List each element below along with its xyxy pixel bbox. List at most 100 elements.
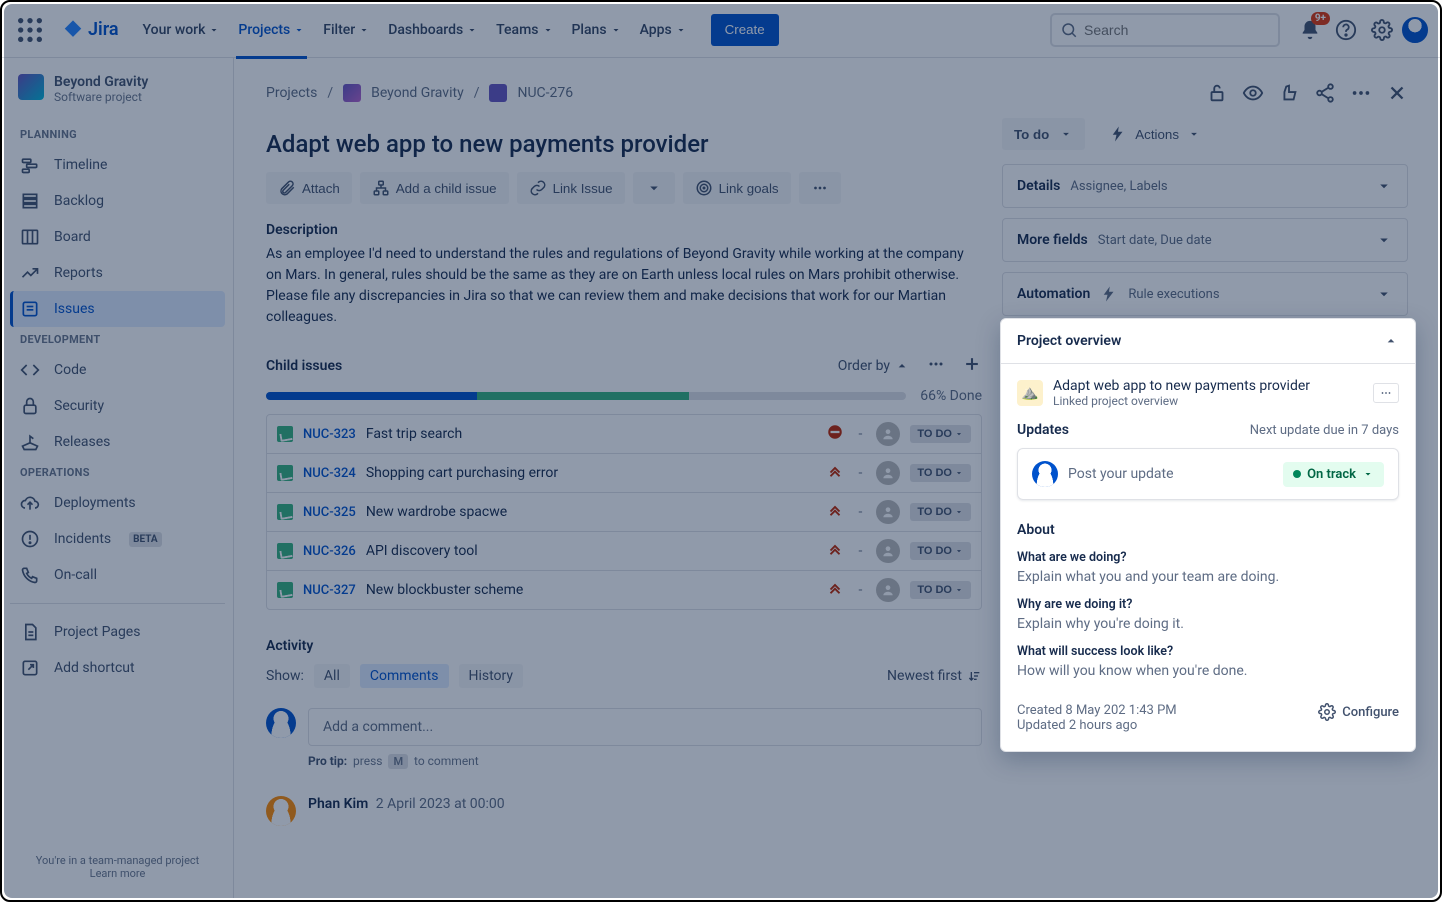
notifications-icon[interactable]: 9+ xyxy=(1294,14,1326,46)
sidebar-item-timeline[interactable]: Timeline xyxy=(10,147,225,183)
bc-projects[interactable]: Projects xyxy=(266,85,317,101)
nav-projects[interactable]: Projects xyxy=(230,14,313,46)
assignee-avatar[interactable] xyxy=(876,422,900,446)
about-a3[interactable]: How will you know when you're done. xyxy=(1017,663,1399,679)
child-issue-row[interactable]: NUC-327 New blockbuster scheme - TO DO xyxy=(267,571,981,609)
child-status-dropdown[interactable]: TO DO xyxy=(910,542,971,560)
chevron-up-icon[interactable] xyxy=(1383,333,1399,349)
vote-icon[interactable] xyxy=(1278,82,1300,104)
nav-apps[interactable]: Apps xyxy=(632,14,695,46)
tab-all[interactable]: All xyxy=(314,664,350,688)
sidebar-item-shortcut[interactable]: Add shortcut xyxy=(10,650,225,686)
estimate-value: - xyxy=(854,504,866,520)
help-icon[interactable] xyxy=(1330,14,1362,46)
sidebar-item-releases[interactable]: Releases xyxy=(10,424,225,460)
app-switcher-icon[interactable] xyxy=(14,14,46,46)
tab-comments[interactable]: Comments xyxy=(360,664,449,688)
nav-dashboards[interactable]: Dashboards xyxy=(380,14,486,46)
settings-icon[interactable] xyxy=(1366,14,1398,46)
details-panel[interactable]: DetailsAssignee, Labels xyxy=(1002,164,1408,208)
configure-button[interactable]: Configure xyxy=(1318,703,1399,721)
child-summary[interactable]: API discovery tool xyxy=(366,543,817,559)
post-update-box[interactable]: Post your update On track xyxy=(1017,448,1399,500)
bc-project[interactable]: Beyond Gravity xyxy=(371,85,464,101)
add-child-button[interactable]: Add a child issue xyxy=(360,172,509,204)
child-summary[interactable]: Fast trip search xyxy=(366,426,817,442)
sidebar-item-issues[interactable]: Issues xyxy=(10,291,225,327)
child-issue-row[interactable]: NUC-323 Fast trip search - TO DO xyxy=(267,415,981,454)
assignee-avatar[interactable] xyxy=(876,578,900,602)
nav-filter[interactable]: Filter xyxy=(315,14,378,46)
add-child-icon[interactable] xyxy=(962,354,982,378)
child-status-dropdown[interactable]: TO DO xyxy=(910,464,971,482)
child-key[interactable]: NUC-325 xyxy=(303,505,356,520)
show-label: Show: xyxy=(266,668,304,684)
sidebar-item-reports[interactable]: Reports xyxy=(10,255,225,291)
child-key[interactable]: NUC-327 xyxy=(303,583,356,598)
link-dropdown-button[interactable] xyxy=(633,172,675,204)
section-development: DEVELOPMENT xyxy=(10,327,225,352)
child-key[interactable]: NUC-324 xyxy=(303,466,356,481)
child-summary[interactable]: New blockbuster scheme xyxy=(366,582,817,598)
nav-teams[interactable]: Teams xyxy=(488,14,561,46)
comment-input[interactable]: Add a comment... xyxy=(308,708,982,746)
sidebar-item-deployments[interactable]: Deployments xyxy=(10,485,225,521)
assignee-avatar[interactable] xyxy=(876,461,900,485)
issue-title[interactable]: Adapt web app to new payments provider xyxy=(266,130,982,158)
profile-avatar[interactable] xyxy=(1402,17,1428,43)
child-summary[interactable]: Shopping cart purchasing error xyxy=(366,465,817,481)
child-key[interactable]: NUC-323 xyxy=(303,427,356,442)
description-text[interactable]: As an employee I'd need to understand th… xyxy=(266,244,982,328)
sidebar-item-incidents[interactable]: IncidentsBETA xyxy=(10,521,225,557)
watch-icon[interactable] xyxy=(1242,82,1264,104)
search-input[interactable] xyxy=(1050,13,1280,47)
sidebar-item-code[interactable]: Code xyxy=(10,352,225,388)
child-status-dropdown[interactable]: TO DO xyxy=(910,425,971,443)
commenter-name[interactable]: Phan Kim xyxy=(308,796,368,812)
attach-button[interactable]: Attach xyxy=(266,172,352,204)
more-fields-panel[interactable]: More fieldsStart date, Due date xyxy=(1002,218,1408,262)
linked-project-title[interactable]: Adapt web app to new payments provider xyxy=(1053,378,1363,394)
jira-logo[interactable]: Jira xyxy=(50,19,131,41)
child-more-icon[interactable] xyxy=(926,354,946,378)
child-status-dropdown[interactable]: TO DO xyxy=(910,581,971,599)
automation-panel[interactable]: AutomationRule executions xyxy=(1002,272,1408,316)
more-icon[interactable] xyxy=(1350,82,1372,104)
on-track-dropdown[interactable]: On track xyxy=(1283,462,1384,487)
tab-history[interactable]: History xyxy=(459,664,524,688)
sidebar-item-security[interactable]: Security xyxy=(10,388,225,424)
share-icon[interactable] xyxy=(1314,82,1336,104)
child-issue-row[interactable]: NUC-326 API discovery tool - TO DO xyxy=(267,532,981,571)
sidebar-item-backlog[interactable]: Backlog xyxy=(10,183,225,219)
child-key[interactable]: NUC-326 xyxy=(303,544,356,559)
child-issue-row[interactable]: NUC-325 New wardrobe spacwe - TO DO xyxy=(267,493,981,532)
assignee-avatar[interactable] xyxy=(876,539,900,563)
assignee-avatar[interactable] xyxy=(876,500,900,524)
child-issue-row[interactable]: NUC-324 Shopping cart purchasing error -… xyxy=(267,454,981,493)
link-goals-button[interactable]: Link goals xyxy=(683,172,791,204)
status-dropdown[interactable]: To do xyxy=(1002,118,1085,150)
overview-heading: Project overview xyxy=(1017,333,1121,349)
sort-button[interactable]: Newest first xyxy=(887,668,982,684)
create-button[interactable]: Create xyxy=(711,14,779,46)
toolbar-more-button[interactable] xyxy=(799,172,841,204)
about-a1[interactable]: Explain what you and your team are doing… xyxy=(1017,569,1399,585)
child-summary[interactable]: New wardrobe spacwe xyxy=(366,504,817,520)
linked-more-button[interactable] xyxy=(1373,383,1399,403)
orderby-button[interactable]: Order by xyxy=(838,358,910,374)
chevron-down-icon xyxy=(610,24,622,36)
lock-icon[interactable] xyxy=(1206,82,1228,104)
learn-more-link[interactable]: Learn more xyxy=(20,867,215,880)
close-icon[interactable] xyxy=(1386,82,1408,104)
link-issue-button[interactable]: Link Issue xyxy=(517,172,625,204)
bc-key[interactable]: NUC-276 xyxy=(517,85,573,101)
actions-dropdown[interactable]: Actions xyxy=(1099,118,1211,150)
nav-plans[interactable]: Plans xyxy=(564,14,630,46)
ship-icon xyxy=(20,432,40,452)
sidebar-item-pages[interactable]: Project Pages xyxy=(10,614,225,650)
child-status-dropdown[interactable]: TO DO xyxy=(910,503,971,521)
sidebar-item-board[interactable]: Board xyxy=(10,219,225,255)
about-a2[interactable]: Explain why you're doing it. xyxy=(1017,616,1399,632)
nav-your-work[interactable]: Your work xyxy=(135,14,229,46)
sidebar-item-oncall[interactable]: On-call xyxy=(10,557,225,593)
